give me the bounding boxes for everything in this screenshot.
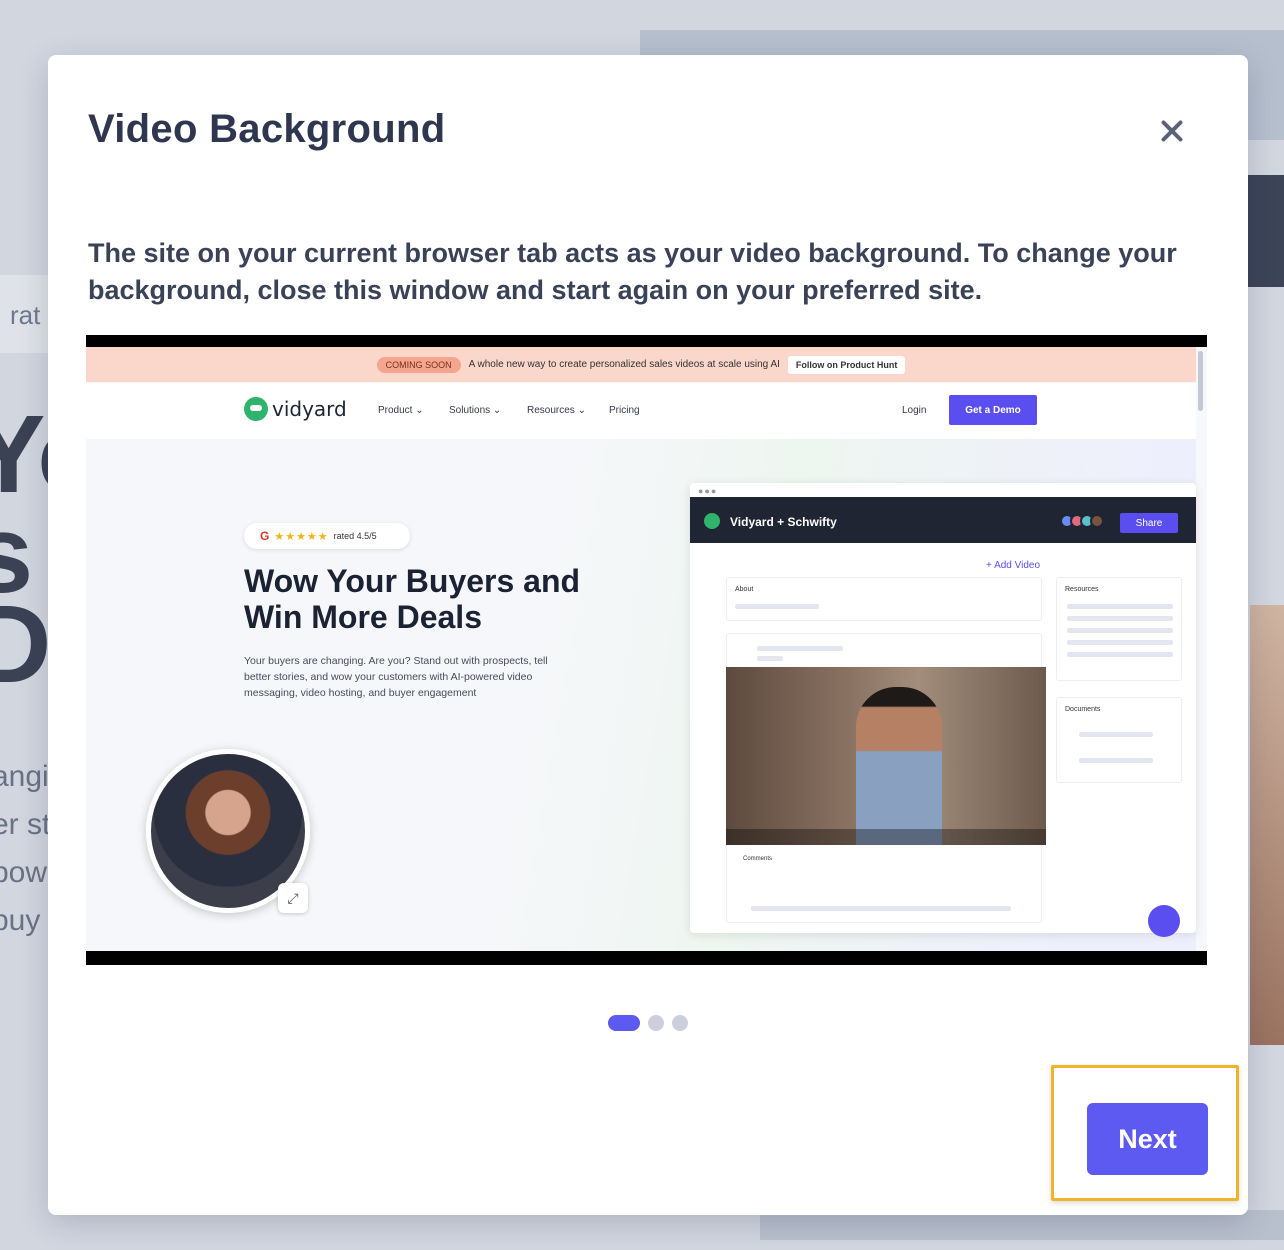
preview-rating-pill: G ★★★★★ rated 4.5/5 bbox=[244, 523, 410, 549]
next-button[interactable]: Next bbox=[1087, 1103, 1208, 1175]
preview-nav-item: Pricing bbox=[609, 405, 640, 416]
preview-app-title: Vidyard + Schwifty bbox=[730, 515, 837, 529]
placeholder-line bbox=[1067, 652, 1173, 657]
placeholder-line bbox=[751, 906, 1011, 911]
background-hero-line: D bbox=[0, 583, 52, 706]
background-copy-line: buy bbox=[0, 904, 41, 937]
preview-app-window: ●●● Vidyard + Schwifty Share + Add Video… bbox=[690, 483, 1196, 933]
vidyard-logo-icon bbox=[244, 397, 268, 421]
preview-nav-item: Solutions ⌄ bbox=[449, 405, 502, 416]
preview-documents-card: Documents bbox=[1056, 697, 1182, 783]
preview-login-link: Login bbox=[902, 405, 927, 416]
chat-icon bbox=[1148, 905, 1180, 937]
preview-add-video: + Add Video bbox=[986, 560, 1041, 571]
background-copy-line: angi bbox=[0, 760, 49, 793]
preview-about-label: About bbox=[735, 586, 754, 593]
placeholder-line bbox=[1067, 628, 1173, 633]
vidyard-logo-icon bbox=[704, 513, 720, 529]
preview-app-header: Vidyard + Schwifty Share bbox=[690, 497, 1196, 543]
preview-headline: Wow Your Buyers and Win More Deals bbox=[244, 563, 581, 635]
placeholder-line bbox=[1067, 616, 1173, 621]
preview-resources-card: Resources bbox=[1056, 577, 1182, 681]
preview-video-player bbox=[726, 667, 1046, 845]
preview-avatars bbox=[1060, 514, 1104, 528]
preview-resources-label: Resources bbox=[1065, 586, 1099, 593]
preview-scrollbar bbox=[1198, 351, 1203, 411]
placeholder-line bbox=[1079, 732, 1153, 737]
background-copy-line: er st bbox=[0, 808, 51, 841]
preview-about-card: About bbox=[726, 577, 1042, 621]
background-preview-image: COMING SOON A whole new way to create pe… bbox=[86, 335, 1207, 965]
preview-comments-label: Comments bbox=[743, 856, 773, 862]
background-rating-text: rat bbox=[10, 300, 41, 330]
g2-logo-icon: G bbox=[260, 529, 270, 543]
star-rating-icon: ★★★★★ bbox=[274, 530, 329, 543]
placeholder-line bbox=[1067, 604, 1173, 609]
preview-logo: vidyard bbox=[244, 397, 347, 421]
preview-share-button: Share bbox=[1120, 513, 1178, 533]
carousel-dot[interactable] bbox=[672, 1015, 688, 1031]
carousel-dot-active[interactable] bbox=[608, 1015, 640, 1031]
placeholder-line bbox=[757, 646, 843, 651]
avatar bbox=[1090, 514, 1104, 528]
background-person-image bbox=[1250, 605, 1284, 1045]
video-controls bbox=[726, 829, 1046, 845]
preview-banner-text: A whole new way to create personalized s… bbox=[468, 359, 780, 370]
carousel-dot[interactable] bbox=[648, 1015, 664, 1031]
preview-announcement-banner: COMING SOON A whole new way to create pe… bbox=[86, 347, 1196, 382]
preview-documents-label: Documents bbox=[1065, 706, 1101, 713]
preview-navbar: vidyard Product ⌄ Solutions ⌄ Resources … bbox=[86, 383, 1196, 439]
placeholder-line bbox=[1079, 758, 1153, 763]
preview-demo-button: Get a Demo bbox=[949, 395, 1037, 425]
dialog-description: The site on your current browser tab act… bbox=[88, 238, 1177, 305]
preview-presenter bbox=[856, 687, 942, 845]
preview-nav-item: Product ⌄ bbox=[378, 405, 424, 416]
carousel-dots bbox=[608, 1015, 688, 1031]
expand-icon: ⤢ bbox=[278, 883, 308, 913]
preview-logo-text: vidyard bbox=[272, 397, 347, 421]
preview-coming-soon-badge: COMING SOON bbox=[376, 356, 461, 373]
dialog-title: Video Background bbox=[88, 107, 446, 151]
preview-rating-text: rated 4.5/5 bbox=[333, 531, 377, 541]
video-background-dialog: Video Background The site on your curren… bbox=[48, 55, 1248, 1215]
window-dots-icon: ●●● bbox=[698, 486, 718, 496]
placeholder-line bbox=[757, 656, 783, 661]
background-copy-line: pow bbox=[0, 856, 48, 889]
placeholder-line bbox=[735, 604, 819, 609]
close-icon[interactable] bbox=[1154, 113, 1190, 149]
preview-nav-item: Resources ⌄ bbox=[527, 405, 586, 416]
placeholder-line bbox=[1067, 640, 1173, 645]
preview-product-hunt-button: Follow on Product Hunt bbox=[787, 355, 906, 374]
preview-body-text: Your buyers are changing. Are you? Stand… bbox=[244, 655, 548, 699]
preview-site: COMING SOON A whole new way to create pe… bbox=[86, 347, 1207, 951]
